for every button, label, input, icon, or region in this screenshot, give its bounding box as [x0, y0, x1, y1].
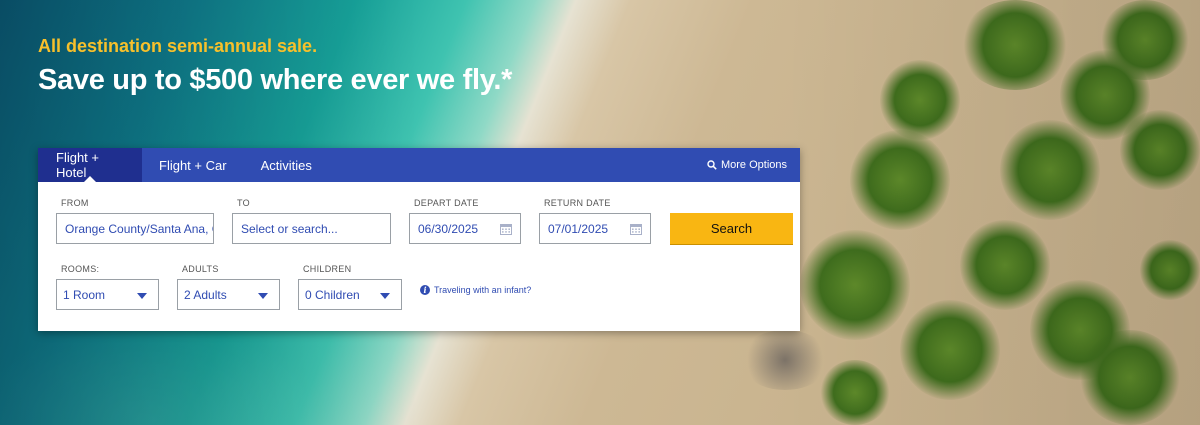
depart-date-value: 06/30/2025: [418, 221, 479, 236]
booking-tabs: Flight + Hotel Flight + Car Activities M…: [38, 148, 800, 182]
rooms-label: ROOMS:: [61, 264, 100, 274]
palm-tree: [1080, 330, 1180, 425]
info-icon: i: [420, 285, 430, 295]
search-icon: [707, 160, 717, 170]
palm-tree: [1140, 240, 1200, 300]
palm-shadow: [740, 330, 830, 390]
palm-tree: [1000, 120, 1100, 220]
return-date-input[interactable]: 07/01/2025: [539, 213, 651, 244]
adults-select[interactable]: 2 Adults: [177, 279, 280, 310]
from-label: FROM: [61, 198, 89, 208]
chevron-down-icon: [380, 293, 390, 299]
palm-tree: [1120, 110, 1200, 190]
children-label: CHILDREN: [303, 264, 352, 274]
promo-headline: Save up to $500 where ever we fly.*: [38, 64, 513, 96]
to-placeholder: Select or search...: [241, 221, 338, 236]
palm-tree: [850, 130, 950, 230]
palm-tree: [880, 60, 960, 140]
depart-date-input[interactable]: 06/30/2025: [409, 213, 521, 244]
palm-tree: [960, 220, 1050, 310]
tab-activities[interactable]: Activities: [244, 148, 329, 182]
from-input[interactable]: Orange County/Santa Ana, C: [56, 213, 214, 244]
calendar-icon: [500, 224, 512, 235]
rooms-value: 1 Room: [63, 287, 106, 302]
promo-kicker: All destination semi-annual sale.: [38, 36, 318, 56]
palm-tree: [1030, 280, 1130, 380]
to-input[interactable]: Select or search...: [232, 213, 391, 244]
adults-value: 2 Adults: [184, 287, 227, 302]
palm-tree: [1060, 50, 1150, 140]
tab-flight-hotel[interactable]: Flight + Hotel: [38, 148, 142, 182]
infant-link-label: Traveling with an infant?: [434, 285, 532, 295]
depart-date-label: DEPART DATE: [414, 198, 479, 208]
palm-tree: [800, 230, 910, 340]
infant-info-link[interactable]: i Traveling with an infant?: [420, 285, 531, 295]
return-date-value: 07/01/2025: [548, 221, 609, 236]
children-value: 0 Children: [305, 287, 360, 302]
search-button[interactable]: Search: [670, 213, 793, 244]
chevron-down-icon: [258, 293, 268, 299]
more-options-label: More Options: [720, 159, 787, 171]
palm-tree: [960, 0, 1070, 90]
to-label: TO: [237, 198, 250, 208]
calendar-icon: [630, 224, 642, 235]
chevron-down-icon: [137, 293, 147, 299]
return-date-label: RETURN DATE: [544, 198, 611, 208]
rooms-select[interactable]: 1 Room: [56, 279, 159, 310]
palm-tree: [900, 300, 1000, 400]
palm-tree: [820, 360, 890, 425]
palm-tree: [1100, 0, 1190, 80]
booking-widget: Flight + Hotel Flight + Car Activities M…: [38, 148, 800, 331]
adults-label: ADULTS: [182, 264, 219, 274]
tab-flight-car[interactable]: Flight + Car: [142, 148, 244, 182]
from-value: Orange County/Santa Ana, C: [65, 221, 214, 236]
children-select[interactable]: 0 Children: [298, 279, 402, 310]
more-options-link[interactable]: More Options: [707, 148, 787, 182]
